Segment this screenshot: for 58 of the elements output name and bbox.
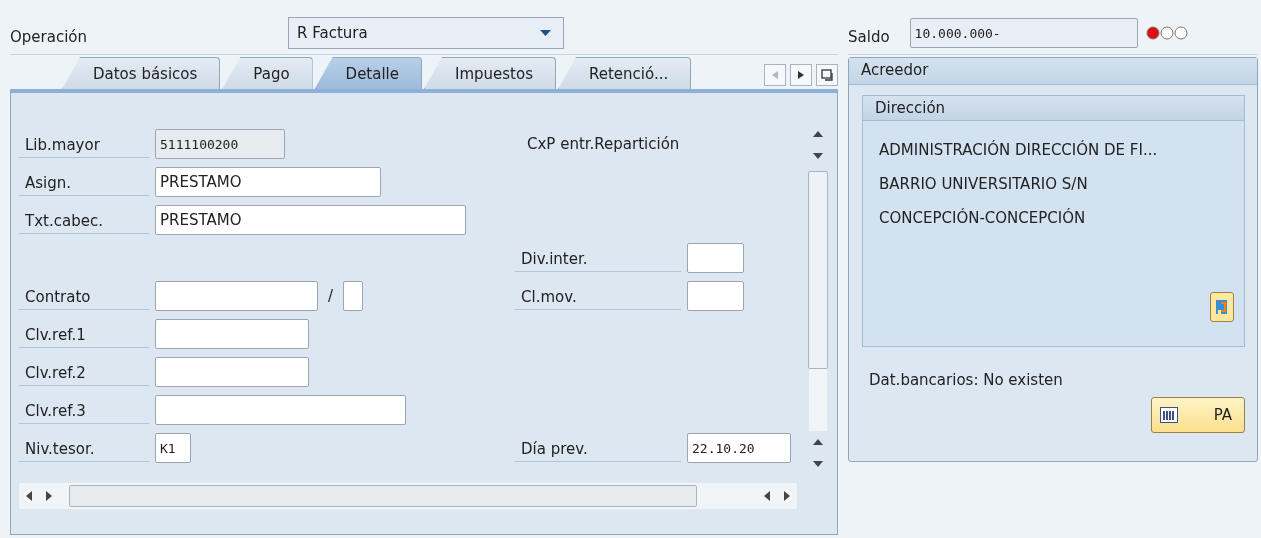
field-label: Asign. (19, 168, 149, 196)
down-arrow-icon (813, 461, 823, 467)
pa-button[interactable]: PA (1151, 397, 1245, 433)
operation-dropdown[interactable]: R Factura (288, 17, 564, 49)
input-field[interactable] (687, 243, 744, 273)
field-label: Niv.tesor. (19, 434, 149, 462)
right-arrow-icon (46, 491, 52, 501)
panel-header: Acreedor (849, 58, 1257, 85)
balance-label: Saldo (848, 27, 890, 46)
field-label: Lib.mayor (19, 130, 149, 158)
dropdown-arrow-icon (540, 30, 551, 36)
input-field[interactable] (687, 281, 744, 311)
separator-text: / (327, 287, 335, 305)
address-line: BARRIO UNIVERSITARIO S/N (879, 175, 1089, 193)
bank-details-text: Dat.bancarios: No existen (869, 371, 1064, 389)
input-field[interactable]: PRESTAMO (155, 205, 466, 235)
field-label: Clv.ref.2 (19, 358, 149, 386)
input-field[interactable] (155, 319, 309, 349)
balance-field[interactable]: 10.000.000- (909, 18, 1138, 48)
scrollbar-thumb[interactable] (69, 485, 697, 507)
tab[interactable]: Detalle (314, 57, 422, 89)
field-label: Div.inter. (515, 244, 681, 272)
field-label: Contrato (19, 282, 149, 310)
input-field[interactable]: 5111100200 (155, 129, 285, 159)
info-text: CxP entr.Repartición (527, 135, 680, 153)
left-arrow-icon (772, 71, 778, 79)
field-label: Cl.mov. (515, 282, 681, 310)
input-field[interactable] (155, 357, 309, 387)
right-arrow-icon (798, 71, 804, 79)
field-label: Txt.cabec. (19, 206, 149, 234)
left-arrow-icon (26, 491, 32, 501)
input-field[interactable] (155, 395, 406, 425)
field-label: Clv.ref.3 (19, 396, 149, 424)
left-arrow-icon (764, 491, 770, 501)
input-field[interactable]: K1 (155, 433, 191, 463)
address-line: ADMINISTRACIÓN DIRECCIÓN DE FI... (879, 141, 1159, 159)
down-arrow-icon (813, 153, 823, 159)
scrollbar-thumb[interactable] (808, 171, 828, 369)
windows-icon (821, 69, 833, 81)
input-field[interactable] (343, 281, 364, 311)
field-label: Clv.ref.1 (19, 320, 149, 348)
address-line: CONCEPCIÓN-CONCEPCIÓN (879, 209, 1087, 227)
map-button[interactable] (1210, 292, 1234, 322)
up-arrow-icon (813, 439, 823, 445)
tab[interactable]: Datos básicos (62, 57, 221, 89)
input-field[interactable] (155, 281, 318, 311)
scroll-tabs-right-button[interactable] (790, 64, 812, 86)
up-arrow-icon (813, 131, 823, 137)
right-arrow-icon (784, 491, 790, 501)
tab-list-button[interactable] (816, 64, 838, 86)
input-field[interactable]: PRESTAMO (155, 167, 381, 197)
tab[interactable]: Impuestos (424, 57, 556, 89)
field-label: Día prev. (515, 434, 681, 462)
operation-label: Operación (10, 27, 88, 46)
tab[interactable]: Pago (222, 57, 313, 89)
columns-icon (1160, 407, 1178, 423)
input-field[interactable]: 22.10.20 (687, 433, 791, 463)
tab[interactable]: Retenció... (558, 57, 692, 89)
